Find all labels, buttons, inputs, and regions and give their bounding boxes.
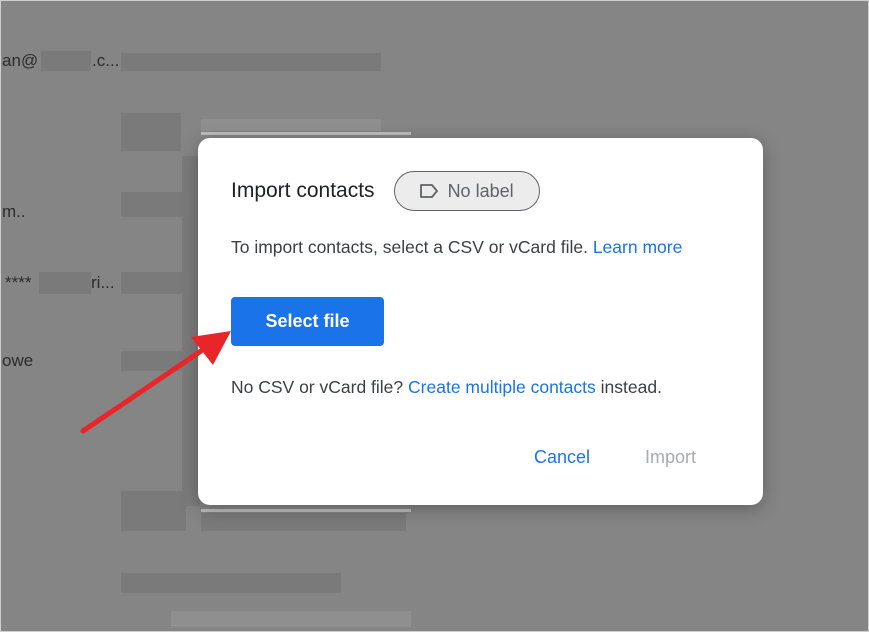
screen: an@ .c... m.. **** ri... owe Import cont…: [0, 0, 869, 632]
annotation-arrow-icon: [80, 331, 231, 434]
